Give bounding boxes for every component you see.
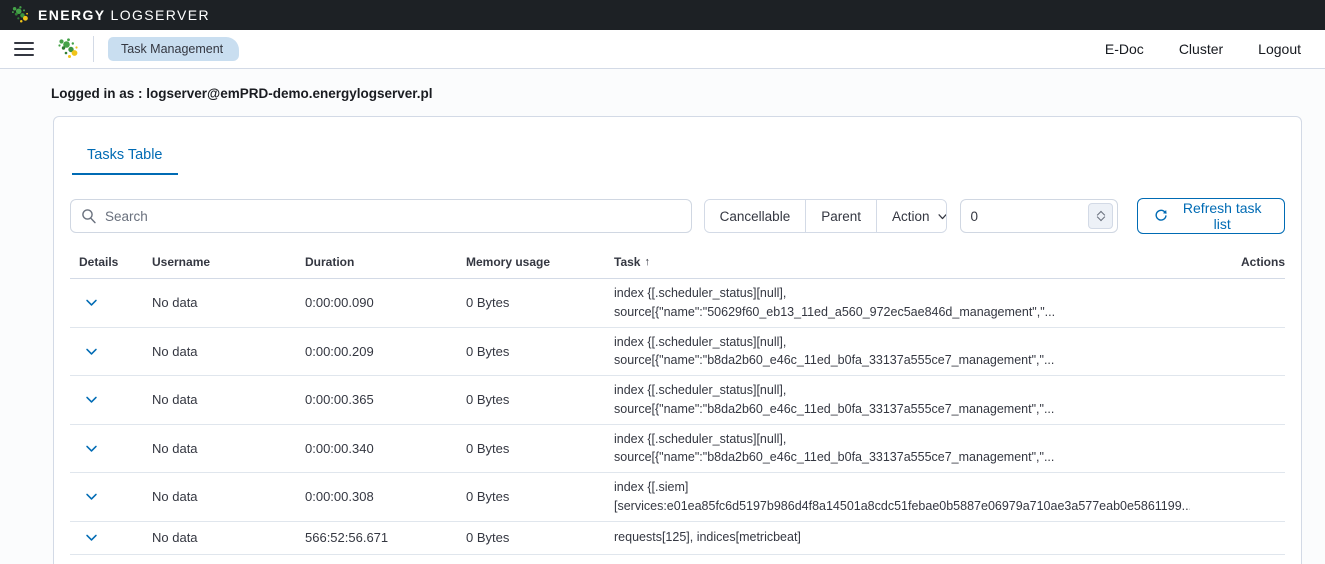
expand-row-button[interactable] (82, 391, 100, 409)
row-memory: 0 Bytes (466, 489, 614, 504)
task-count-field[interactable] (960, 199, 1119, 233)
filter-parent-label: Parent (821, 209, 861, 224)
app-logo-icon[interactable] (56, 37, 80, 61)
breadcrumb-task-management[interactable]: Task Management (108, 37, 239, 61)
row-username: No data (152, 392, 305, 407)
row-task: requests[125], indices[metricbeat] (614, 556, 1190, 564)
row-duration: 0:00:00.340 (305, 441, 466, 456)
table-row: No data 0:00:00.090 0 Bytes index {[.sch… (70, 279, 1285, 328)
filter-cancellable-button[interactable]: Cancellable (705, 200, 807, 232)
table-row: No data 0:00:00.308 0 Bytes index {[.sie… (70, 473, 1285, 522)
brand-wordmark: ENERGY LOGSERVER (38, 7, 210, 23)
column-header-memory: Memory usage (466, 255, 614, 269)
row-username: No data (152, 441, 305, 456)
tab-tasks-table[interactable]: Tasks Table (72, 147, 178, 175)
filter-action-dropdown[interactable]: Action (877, 200, 947, 232)
row-memory: 0 Bytes (466, 530, 614, 545)
row-username: No data (152, 344, 305, 359)
energylogserver-logo-icon (10, 5, 30, 25)
row-task: index {[.scheduler_status][null], source… (614, 328, 1190, 376)
table-row: No data 566:52:56.664 0 Bytes requests[1… (70, 555, 1285, 564)
expand-row-button[interactable] (82, 342, 100, 360)
expand-row-button[interactable] (82, 528, 100, 546)
search-icon (81, 208, 97, 224)
row-username: No data (152, 489, 305, 504)
column-header-duration: Duration (305, 255, 466, 269)
expand-row-button[interactable] (82, 488, 100, 506)
row-memory: 0 Bytes (466, 295, 614, 310)
expand-row-button[interactable] (82, 294, 100, 312)
column-header-details: Details (70, 255, 152, 269)
nav-links: E-Doc Cluster Logout (1103, 37, 1303, 61)
row-task: index {[.siem] [services:e01ea85fc6d5197… (614, 473, 1190, 521)
logged-in-as-text: Logged in as : logserver@emPRD-demo.ener… (0, 69, 1325, 101)
row-username: No data (152, 530, 305, 545)
table-row: No data 0:00:00.365 0 Bytes index {[.sch… (70, 376, 1285, 425)
brand-primary: ENERGY (38, 7, 106, 23)
tasks-panel: Tasks Table Cancellable Parent (53, 116, 1302, 564)
row-task: index {[.scheduler_status][null], source… (614, 425, 1190, 473)
table-row: No data 566:52:56.671 0 Bytes requests[1… (70, 522, 1285, 555)
column-header-task-label: Task (614, 255, 640, 269)
filter-parent-button[interactable]: Parent (806, 200, 877, 232)
search-field[interactable] (70, 199, 692, 233)
row-memory: 0 Bytes (466, 392, 614, 407)
row-memory: 0 Bytes (466, 344, 614, 359)
table-controls: Cancellable Parent Action (54, 198, 1301, 234)
row-task: index {[.scheduler_status][null], source… (614, 376, 1190, 424)
row-duration: 0:00:00.365 (305, 392, 466, 407)
table-row: No data 0:00:00.209 0 Bytes index {[.sch… (70, 328, 1285, 377)
table-row: No data 0:00:00.340 0 Bytes index {[.sch… (70, 425, 1285, 474)
menu-icon[interactable] (10, 37, 38, 61)
row-username: No data (152, 295, 305, 310)
row-duration: 0:00:00.090 (305, 295, 466, 310)
expand-row-button[interactable] (82, 439, 100, 457)
brand-secondary: LOGSERVER (111, 7, 211, 23)
filter-action-label: Action (892, 209, 930, 224)
column-header-actions: Actions (1190, 255, 1285, 269)
sort-ascending-icon: ↑ (644, 256, 650, 268)
top-app-bar: ENERGY LOGSERVER (0, 0, 1325, 30)
task-count-input[interactable] (971, 209, 1071, 224)
number-stepper[interactable] (1088, 203, 1113, 229)
nav-link-cluster[interactable]: Cluster (1177, 37, 1225, 61)
row-duration: 0:00:00.308 (305, 489, 466, 504)
row-task: index {[.scheduler_status][null], source… (614, 279, 1190, 327)
row-duration: 0:00:00.209 (305, 344, 466, 359)
nav-link-logout[interactable]: Logout (1256, 37, 1303, 61)
nav-divider (93, 36, 94, 62)
main-content: Logged in as : logserver@emPRD-demo.ener… (0, 69, 1325, 564)
refresh-icon (1154, 209, 1168, 223)
filter-button-group: Cancellable Parent Action (704, 199, 947, 233)
refresh-task-list-button[interactable]: Refresh task list (1137, 198, 1285, 234)
row-task: requests[125], indices[metricbeat] (614, 523, 1190, 552)
column-header-task[interactable]: Task ↑ (614, 255, 1190, 269)
filter-cancellable-label: Cancellable (720, 209, 791, 224)
row-memory: 0 Bytes (466, 441, 614, 456)
chevron-down-icon (937, 211, 947, 222)
tasks-table: Details Username Duration Memory usage T… (70, 255, 1285, 564)
column-header-username: Username (152, 255, 305, 269)
row-duration: 566:52:56.671 (305, 530, 466, 545)
nav-link-edoc[interactable]: E-Doc (1103, 37, 1146, 61)
refresh-label: Refresh task list (1176, 200, 1268, 232)
secondary-nav-bar: Task Management E-Doc Cluster Logout (0, 30, 1325, 69)
search-input[interactable] (105, 209, 681, 224)
table-header-row: Details Username Duration Memory usage T… (70, 255, 1285, 279)
